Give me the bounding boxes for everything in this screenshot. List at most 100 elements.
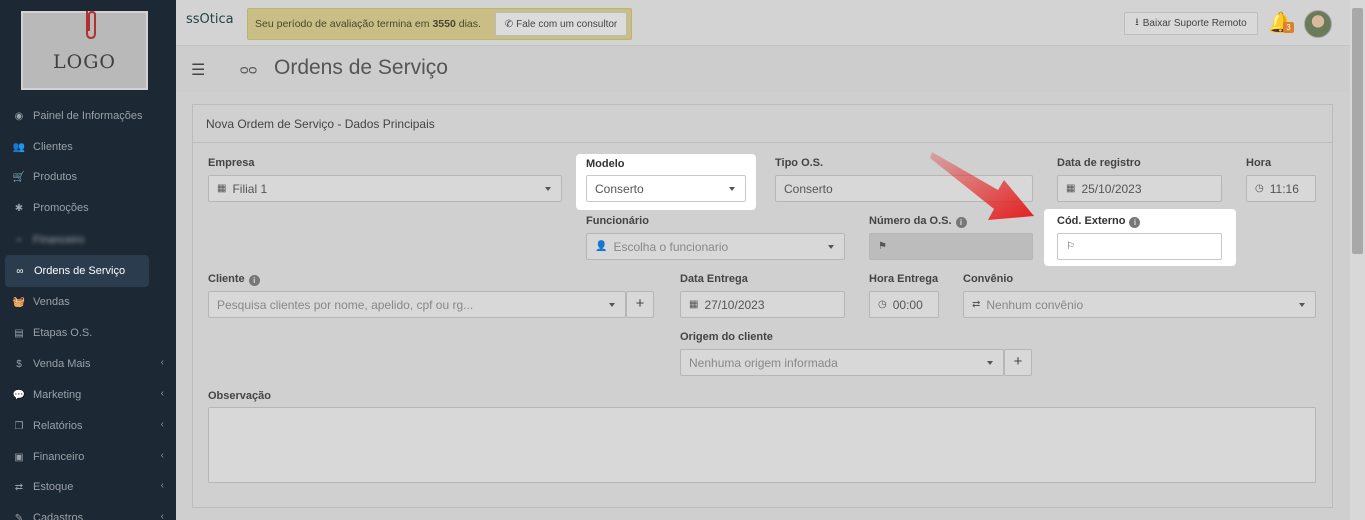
funcionario-select[interactable]: 👤 Escolha o funcionario (586, 233, 845, 260)
info-icon[interactable]: i (248, 275, 260, 286)
sidebar-item-venda-mais[interactable]: $ Venda Mais ‹ (0, 352, 176, 376)
sidebar-item-vendas[interactable]: 🧺 Vendas (0, 290, 176, 314)
chevron-left-icon: ‹ (160, 450, 164, 461)
calendar-icon: ▦ (689, 299, 699, 310)
sidebar: LOGO ◉ Painel de Informações 👥 Clientes 🛒 P… (0, 0, 176, 520)
chevron-left-icon: ‹ (160, 388, 164, 399)
caret-down-icon (828, 245, 834, 249)
observacao-label: Observação (208, 390, 271, 402)
page-header: ☰ ᴑᴑ Ordens de Serviço (176, 46, 1350, 92)
sidebar-item-clientes[interactable]: 👥 Clientes (0, 135, 176, 159)
consultant-button[interactable]: ✆ Fale com um consultor (495, 12, 627, 36)
chevron-left-icon: ‹ (160, 511, 164, 520)
hora-field[interactable]: ◷ 11:16 (1246, 175, 1316, 202)
data-entrega-field[interactable]: ▦ 27/10/2023 (680, 291, 845, 318)
steps-icon: ▤ (14, 327, 24, 339)
data-registro-field[interactable]: ▦ 25/10/2023 (1057, 175, 1222, 202)
sidebar-item-relatorios[interactable]: ❐ Relatórios ‹ (0, 414, 176, 438)
convenio-label: Convênio (963, 273, 1014, 285)
sidebar-item-blurred[interactable]: ▪ Financeiro (0, 228, 176, 252)
cart-icon: 🛒 (12, 171, 26, 183)
funcionario-label: Funcionário (586, 215, 649, 227)
annotation-arrow-icon (930, 152, 1034, 220)
caret-down-icon (609, 303, 615, 307)
chevron-left-icon: ‹ (160, 480, 164, 491)
phone-icon: ✆ (504, 18, 514, 30)
building-icon: ▦ (217, 183, 227, 194)
cliente-label: Cliente i (208, 273, 260, 286)
topbar: ssOtica Seu período de avaliação termina… (176, 0, 1350, 46)
hora-entrega-label: Hora Entrega (869, 273, 939, 285)
convenio-select[interactable]: ⇄ Nenhum convênio (963, 291, 1316, 318)
calendar-icon: ▦ (1066, 183, 1076, 194)
edit-icon: ✎ (14, 512, 24, 520)
caret-down-icon (987, 361, 993, 365)
clock-icon: ◷ (878, 299, 887, 310)
basket-icon: 🧺 (12, 296, 26, 308)
sidebar-item-promocoes[interactable]: ✱ Promoções (0, 196, 176, 220)
logo: LOGO (21, 10, 148, 90)
exchange-icon: ⇄ (14, 481, 24, 493)
sidebar-item-produtos[interactable]: 🛒 Produtos (0, 165, 176, 189)
asterisk-icon: ✱ (14, 202, 24, 214)
data-registro-label: Data de registro (1057, 157, 1141, 169)
sidebar-item-cadastros[interactable]: ✎ Cadastros ‹ (0, 506, 176, 520)
panel-header: Nova Ordem de Serviço - Dados Principais (193, 105, 1332, 143)
tipo-os-label: Tipo O.S. (775, 157, 824, 169)
money-icon: ▣ (14, 451, 24, 463)
cod-externo-highlight: Cód. Externo i ⚐ (1044, 209, 1236, 266)
numero-os-field: ⚑ (869, 233, 1033, 260)
avatar[interactable] (1304, 10, 1332, 38)
modelo-select[interactable]: Conserto (586, 175, 746, 202)
paperclip-icon (86, 10, 96, 40)
cliente-search-select[interactable]: Pesquisa clientes por nome, apelido, cpf… (208, 291, 626, 318)
modelo-label: Modelo (586, 158, 625, 170)
download-icon: ⭳ (1135, 17, 1139, 28)
sidebar-item-estoque[interactable]: ⇄ Estoque ‹ (0, 475, 176, 499)
logo-text: LOGO (53, 51, 116, 73)
sidebar-item-marketing[interactable]: 💬 Marketing ‹ (0, 383, 176, 407)
data-entrega-label: Data Entrega (680, 273, 748, 285)
add-origin-button[interactable]: + (1004, 349, 1032, 376)
exchange-icon: ⇄ (972, 299, 981, 310)
comments-icon: 💬 (12, 389, 26, 401)
page-title: Ordens de Serviço (274, 56, 448, 79)
sidebar-item-ordens-servico[interactable]: ∞ Ordens de Serviço (5, 255, 149, 287)
users-icon: 👥 (12, 141, 26, 153)
add-client-button[interactable]: + (626, 291, 654, 318)
caret-down-icon (545, 187, 551, 191)
empresa-select[interactable]: ▦ Filial 1 (208, 175, 562, 202)
caret-down-icon (1299, 303, 1305, 307)
download-remote-support-button[interactable]: ⭳ Baixar Suporte Remoto (1124, 12, 1258, 35)
flag-outline-icon: ⚐ (1066, 241, 1075, 252)
chevron-left-icon: ‹ (160, 357, 164, 368)
origem-select[interactable]: Nenhuma origem informada (680, 349, 1004, 376)
menu-icon[interactable]: ☰ (191, 60, 205, 80)
sidebar-item-financeiro[interactable]: ▣ Financeiro ‹ (0, 445, 176, 469)
cod-externo-field[interactable]: ⚐ (1057, 233, 1222, 260)
origem-label: Origem do cliente (680, 331, 773, 343)
trial-banner: Seu período de avaliação termina em 3550… (247, 8, 632, 40)
panel-title: Nova Ordem de Serviço - Dados Principais (206, 117, 435, 131)
cod-externo-label: Cód. Externo i (1057, 215, 1141, 228)
flag-icon: ⚑ (878, 241, 887, 252)
modelo-highlight: Modelo Conserto (576, 154, 756, 210)
sidebar-item-painel[interactable]: ◉ Painel de Informações (0, 104, 176, 128)
scrollbar-thumb[interactable] (1352, 8, 1363, 254)
glasses-icon: ∞ (16, 265, 24, 277)
hora-entrega-field[interactable]: ◷ 00:00 (869, 291, 939, 318)
brand-logo[interactable]: ssOtica (186, 12, 234, 27)
sidebar-item-etapas[interactable]: ▤ Etapas O.S. (0, 321, 176, 345)
glasses-icon: ᴑᴑ (240, 61, 258, 77)
trial-text: Seu período de avaliação termina em 3550… (255, 18, 481, 30)
chevron-left-icon: ‹ (160, 419, 164, 430)
observacao-textarea[interactable] (208, 407, 1316, 483)
dollar-icon: $ (16, 358, 22, 370)
report-icon: ❐ (14, 420, 24, 432)
caret-down-icon (729, 187, 735, 191)
blurred-icon: ▪ (17, 234, 21, 246)
user-icon: 👤 (595, 241, 608, 252)
info-icon[interactable]: i (1129, 217, 1141, 228)
empresa-label: Empresa (208, 157, 255, 169)
dashboard-icon: ◉ (14, 110, 24, 122)
